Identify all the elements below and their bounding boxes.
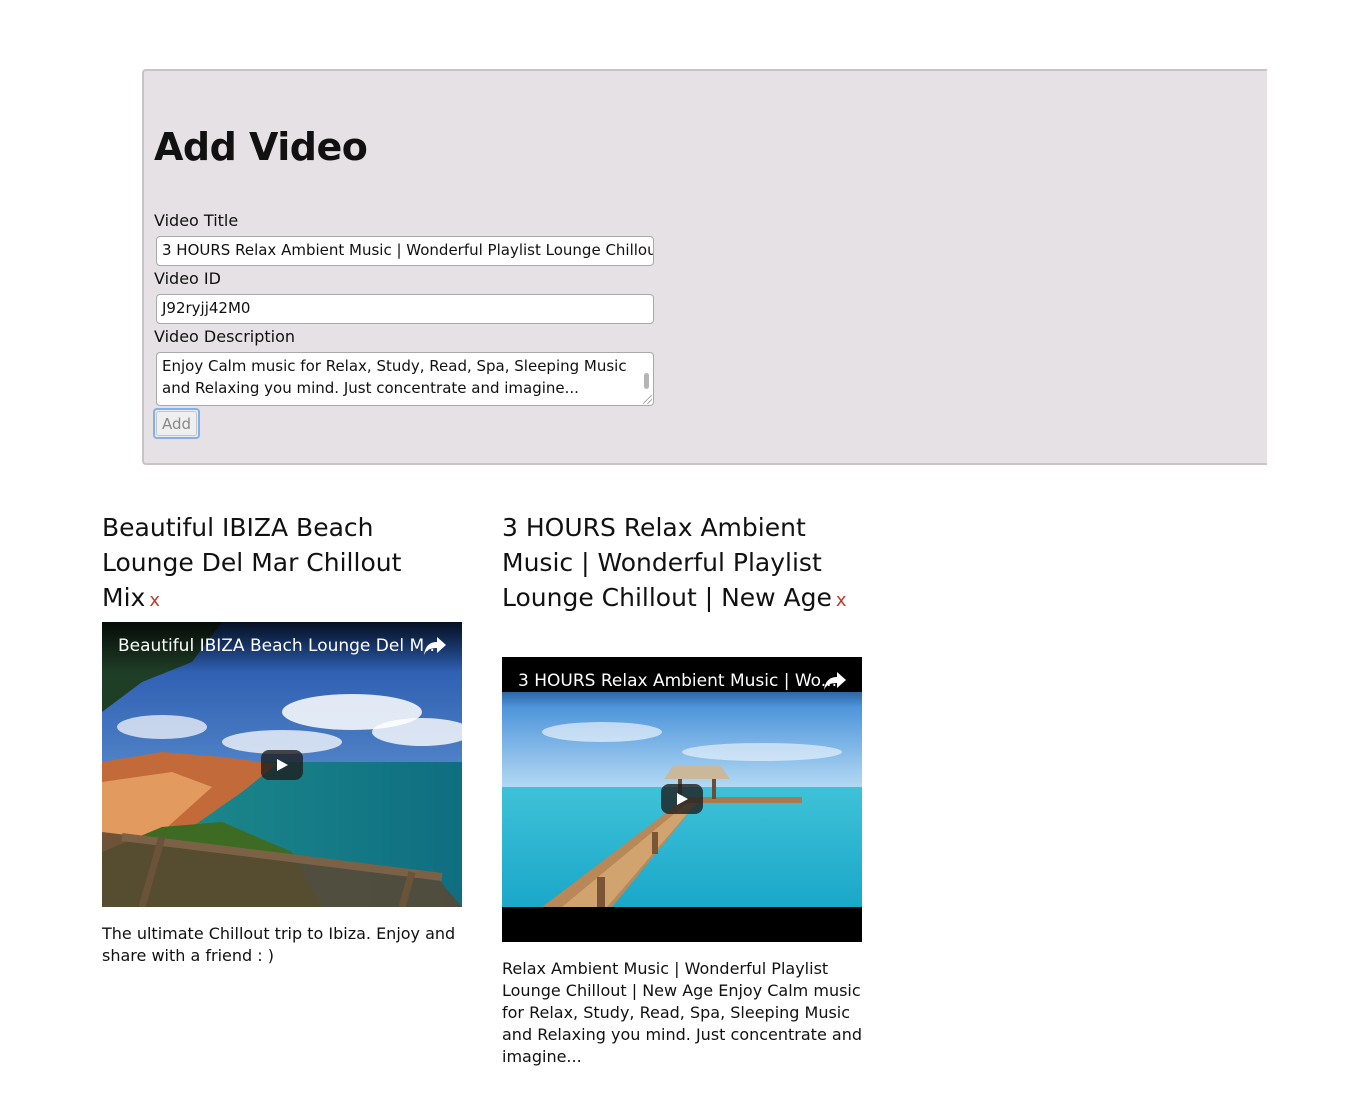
video-card-title: Beautiful IBIZA Beach Lounge Del Mar Chi… [102,513,402,612]
video-id-label: Video ID [154,269,221,288]
video-description-textarea[interactable]: Enjoy Calm music for Relax, Study, Read,… [156,352,654,406]
video-card-title: 3 HOURS Relax Ambient Music | Wonderful … [502,513,847,612]
textarea-resize-handle[interactable] [643,395,652,404]
add-button[interactable]: Add [153,408,200,439]
video-player[interactable]: 3 HOURS Relax Ambient Music | Wo... [502,657,862,942]
video-description: The ultimate Chillout trip to Ibiza. Enj… [102,924,456,965]
add-video-heading: Add Video [154,125,368,169]
share-icon[interactable] [424,637,446,655]
share-icon[interactable] [824,672,846,690]
add-video-panel: Add Video Video Title 3 HOURS Relax Ambi… [142,69,1267,465]
video-title-label: Video Title [154,211,239,230]
video-description: Relax Ambient Music | Wonderful Playlist… [502,959,862,1066]
add-button-label: Add [156,411,197,436]
play-button[interactable] [661,784,703,814]
video-card: 3 HOURS Relax Ambient Music | Wonderful … [502,510,864,1080]
play-icon [677,793,688,805]
remove-video-link[interactable]: x [149,590,160,611]
play-button[interactable] [261,750,303,780]
video-player[interactable]: Beautiful IBIZA Beach Lounge Del M.. [102,622,462,907]
video-description-label: Video Description [154,327,296,346]
video-title-input[interactable]: 3 HOURS Relax Ambient Music | Wonderful … [156,236,654,266]
video-card: Beautiful IBIZA Beach Lounge Del Mar Chi… [102,510,464,980]
player-title[interactable]: 3 HOURS Relax Ambient Music | Wo... [518,671,837,691]
player-title[interactable]: Beautiful IBIZA Beach Lounge Del M.. [118,636,435,656]
play-icon [277,759,288,771]
textarea-scrollbar[interactable] [644,373,649,389]
video-id-input[interactable]: J92ryjj42M0 [156,294,654,324]
video-description-text: Enjoy Calm music for Relax, Study, Read,… [162,357,627,397]
remove-video-link[interactable]: x [836,590,847,611]
